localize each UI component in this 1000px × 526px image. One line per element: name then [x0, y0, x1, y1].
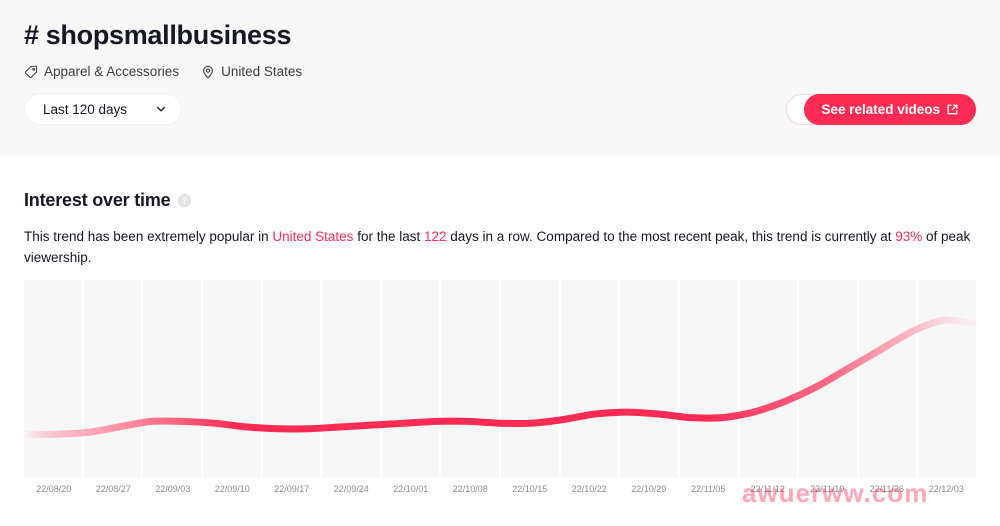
chart-x-axis: 22/08/20 22/08/27 22/09/03 22/09/10 22/09/17…: [24, 484, 976, 500]
x-axis-label: 22/12/03: [928, 484, 964, 494]
tag-icon: [24, 65, 38, 79]
location-meta: United States: [201, 64, 302, 79]
svg-text:?: ?: [183, 196, 188, 206]
x-axis-label: 22/09/24: [333, 484, 369, 494]
x-axis-label: 22/11/26: [869, 484, 904, 494]
x-axis-label: 22/11/19: [810, 484, 845, 494]
desc-part3: days in a row. Compared to the most rece…: [446, 229, 896, 244]
x-axis-label: 22/10/08: [452, 484, 488, 494]
date-range-label: Last 120 days: [43, 101, 128, 117]
desc-days: 122: [423, 229, 447, 244]
see-related-videos-label: See related videos: [821, 102, 940, 117]
desc-region: United States: [272, 229, 354, 244]
x-axis-label: 22/11/12: [750, 484, 785, 494]
category-meta: Apparel & Accessories: [24, 64, 179, 79]
interest-over-time-chart[interactable]: [24, 280, 976, 478]
hashtag-icon: #: [24, 20, 39, 50]
location-pin-icon: [201, 65, 215, 79]
x-axis-label: 22/09/03: [155, 484, 191, 494]
x-axis-label: 22/10/22: [571, 484, 607, 494]
info-question-icon[interactable]: ?: [177, 193, 192, 208]
section-header: Interest over time ?: [24, 190, 192, 211]
meta-row: Apparel & Accessories United States: [24, 64, 302, 79]
trend-detail-page: # shopsmallbusiness Apparel & Accessories: [0, 0, 1000, 526]
desc-part1: This trend has been extremely popular in: [24, 229, 273, 244]
external-link-icon: [946, 103, 959, 116]
x-axis-label: 22/11/05: [691, 484, 726, 494]
see-related-videos-button[interactable]: See related videos: [804, 94, 976, 125]
category-label: Apparel & Accessories: [44, 64, 180, 79]
trend-description: This trend has been extremely popular in…: [24, 226, 974, 268]
x-axis-label: 22/10/29: [631, 484, 667, 494]
section-title: Interest over time: [24, 190, 171, 210]
chevron-down-icon: [155, 103, 167, 115]
x-axis-label: 22/10/15: [512, 484, 548, 494]
x-axis-label: 22/10/01: [393, 484, 429, 494]
x-axis-label: 22/08/20: [36, 484, 72, 494]
date-range-dropdown[interactable]: Last 120 days: [24, 93, 182, 125]
desc-part2: for the last: [353, 229, 424, 244]
x-axis-label: 22/08/27: [95, 484, 131, 494]
page-title: # shopsmallbusiness: [24, 20, 292, 51]
desc-percent: 93%: [895, 229, 923, 244]
x-axis-label: 22/09/10: [214, 484, 250, 494]
hashtag-name: shopsmallbusiness: [45, 20, 292, 50]
trend-line: [24, 316, 976, 438]
location-label: United States: [221, 64, 303, 79]
x-axis-label: 22/09/17: [274, 484, 310, 494]
page-header: # shopsmallbusiness Apparel & Accessories: [0, 0, 1000, 156]
